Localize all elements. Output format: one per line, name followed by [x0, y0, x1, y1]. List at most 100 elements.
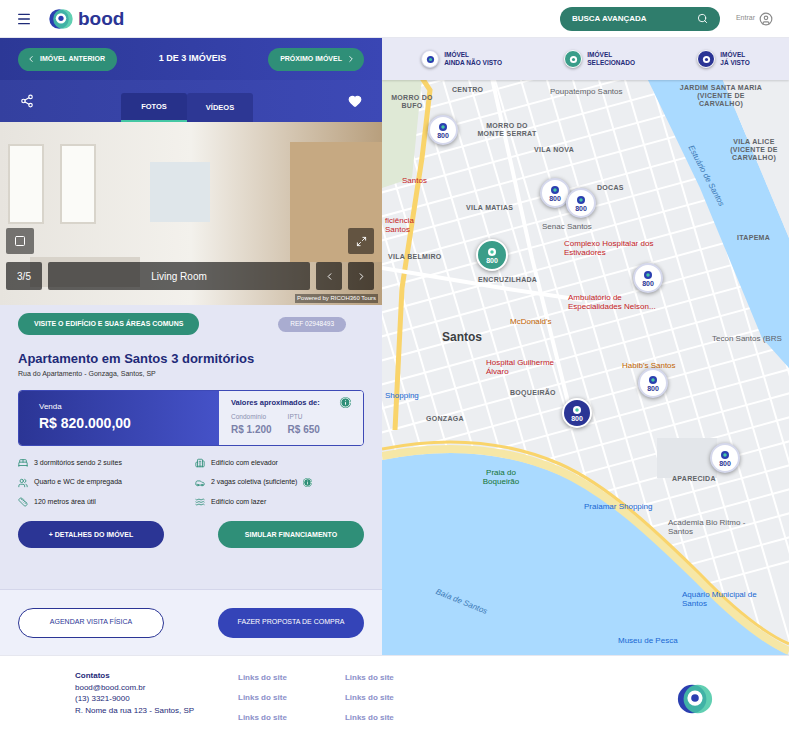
- map-label: VILA BELMIRO: [388, 253, 442, 261]
- map-pin[interactable]: 800: [566, 188, 596, 218]
- map-label: Poupatempo Santos: [550, 87, 623, 96]
- contacts: Contatosbood@bood.com.br(13) 3321-9000R.…: [75, 670, 225, 716]
- pin-logo-icon: [438, 122, 448, 132]
- fullscreen-icon: [356, 236, 367, 247]
- reference-badge: REF 02948493: [278, 317, 346, 332]
- map-label: ITAPEMA: [737, 234, 770, 242]
- map-pin[interactable]: 800: [562, 398, 592, 428]
- logo[interactable]: bood: [48, 6, 124, 32]
- map-label: Complexo Hospitalar dos Estivadores: [564, 239, 656, 257]
- feature-icon: [195, 458, 205, 468]
- footer-link[interactable]: Links do site: [345, 692, 394, 704]
- pin-label: 800: [647, 385, 659, 392]
- feature-item: Quarto e WC de empregada: [18, 477, 187, 488]
- favorite-icon[interactable]: [348, 94, 362, 108]
- pin-label: 800: [642, 280, 654, 287]
- map-label: CENTRO: [452, 86, 483, 94]
- map-label: Museu de Pesca: [618, 636, 678, 645]
- chevron-right-icon: [356, 271, 367, 282]
- info-icon[interactable]: [303, 478, 312, 487]
- listing-title: Apartamento em Santos 3 dormitórios: [18, 351, 364, 367]
- listing-nav: IMÓVEL ANTERIOR 1 DE 3 IMÓVEIS PRÓXIMO IMÓ…: [0, 38, 382, 80]
- purchase-proposal-button[interactable]: FAZER PROPOSTA DE COMPRA: [218, 608, 364, 638]
- feature-icon: [18, 478, 28, 488]
- feature-item: 3 dormitórios sendo 2 suítes: [18, 458, 187, 469]
- map-pin[interactable]: 800: [633, 263, 663, 293]
- simulate-financing-button[interactable]: SIMULAR FINANCIAMENTO: [218, 521, 364, 548]
- footer-link[interactable]: Links do site: [238, 692, 287, 704]
- next-listing-button[interactable]: PRÓXIMO IMÓVEL: [268, 48, 364, 71]
- legend-item: IMÓVELJÁ VISTO: [697, 50, 750, 68]
- feature-icon: [18, 497, 28, 507]
- map-label: VILA ALICE (VICENTE DE CARVALHO): [724, 138, 784, 162]
- map-label: Shopping: [385, 391, 419, 400]
- map[interactable]: CENTROPoupatempo SantosMORRO DO BUFOMORR…: [382, 38, 789, 655]
- feature-item: Edifício com lazer: [195, 497, 364, 508]
- map-label: Santos: [442, 328, 482, 346]
- map-pin[interactable]: 800: [476, 239, 508, 271]
- previous-photo-button[interactable]: [316, 262, 342, 290]
- previous-listing-button[interactable]: IMÓVEL ANTERIOR: [18, 48, 117, 71]
- map-label: Ambulatório de Especialidades Nelson...: [568, 293, 672, 311]
- map-legend: IMÓVELAINDA NÃO VISTOIMÓVELSELECIONADOIM…: [382, 38, 789, 80]
- pin-logo-icon: [572, 405, 582, 415]
- map-pin[interactable]: 800: [638, 368, 668, 398]
- next-photo-button[interactable]: [348, 262, 374, 290]
- menu-icon[interactable]: [16, 11, 32, 27]
- legend-pin-icon: [564, 50, 582, 68]
- map-label: VILA MATIAS: [466, 204, 513, 212]
- search-icon: [697, 13, 708, 24]
- feature-icon: [195, 478, 205, 488]
- legend-item: IMÓVELAINDA NÃO VISTO: [421, 50, 502, 68]
- map-label: GONZAGA: [426, 415, 464, 423]
- map-label: Aquário Municipal de Santos: [682, 590, 782, 608]
- feature-item: Edifício com elevador: [195, 458, 364, 469]
- footer-link[interactable]: Links do site: [345, 672, 394, 684]
- listing-counter: 1 DE 3 IMÓVEIS: [159, 52, 227, 66]
- footer-link[interactable]: Links do site: [345, 712, 394, 724]
- info-icon[interactable]: [340, 397, 351, 408]
- login-button[interactable]: Entrar: [736, 12, 773, 26]
- map-label: APARECIDA: [672, 475, 716, 483]
- floor-plan-icon: [14, 235, 26, 247]
- building-tour-button[interactable]: VISITE O EDIFÍCIO E SUAS ÁREAS COMUNS: [18, 313, 199, 335]
- logo-mark-icon: [48, 6, 74, 32]
- pin-label: 800: [486, 257, 498, 264]
- map-label: Santos: [402, 176, 427, 185]
- price-card: VendaR$ 820.000,00Valores aproximados de…: [18, 390, 364, 446]
- pin-label: 800: [571, 415, 583, 422]
- media-tab[interactable]: FOTOS: [121, 93, 187, 122]
- map-label: MORRO DO BUFO: [390, 94, 434, 110]
- price-value: R$ 820.000,00: [39, 413, 199, 434]
- map-label: BOQUEIRÃO: [510, 389, 556, 397]
- chevron-left-icon: [324, 271, 335, 282]
- map-label: Senac Santos: [542, 222, 592, 231]
- map-pin[interactable]: 800: [428, 115, 458, 145]
- approx-values-title: Valores aproximados de:: [231, 397, 320, 408]
- pin-mark-icon: [702, 55, 711, 64]
- share-icon[interactable]: [20, 94, 34, 108]
- map-label: Praia do Boqueirão: [470, 468, 532, 486]
- schedule-visit-button[interactable]: AGENDAR VISITA FÍSICA: [18, 608, 164, 638]
- pin-logo-icon: [576, 195, 586, 205]
- pin-logo-icon: [720, 450, 730, 460]
- legend-pin-icon: [697, 50, 715, 68]
- map-label: ficiência Santos: [385, 216, 427, 234]
- fee-item: IPTUR$ 650: [288, 412, 320, 437]
- page: bood BUSCA AVANÇADA Entrar IMÓVEL ANTERIOR 1…: [0, 0, 789, 735]
- feature-item: 120 metros área útil: [18, 497, 187, 508]
- bottom-actions: AGENDAR VISITA FÍSICA FAZER PROPOSTA DE C…: [0, 589, 382, 655]
- advanced-search-button[interactable]: BUSCA AVANÇADA: [560, 7, 720, 31]
- legend-pin-icon: [421, 50, 439, 68]
- map-label: DOCAS: [597, 184, 624, 192]
- map-pin[interactable]: 800: [710, 443, 740, 473]
- footer-logo-icon: [676, 680, 714, 718]
- photo[interactable]: 3/5Living RoomPowered by RICOH360 Tours: [0, 122, 382, 305]
- footer-link[interactable]: Links do site: [238, 672, 287, 684]
- media-tab[interactable]: VÍDEOS: [187, 93, 253, 122]
- fullscreen-button[interactable]: [348, 228, 374, 254]
- footer-link[interactable]: Links do site: [238, 712, 287, 724]
- feature-icon: [18, 458, 28, 468]
- details-button[interactable]: + DETALHES DO IMÓVEL: [18, 521, 164, 548]
- floor-plan-button[interactable]: [6, 228, 34, 254]
